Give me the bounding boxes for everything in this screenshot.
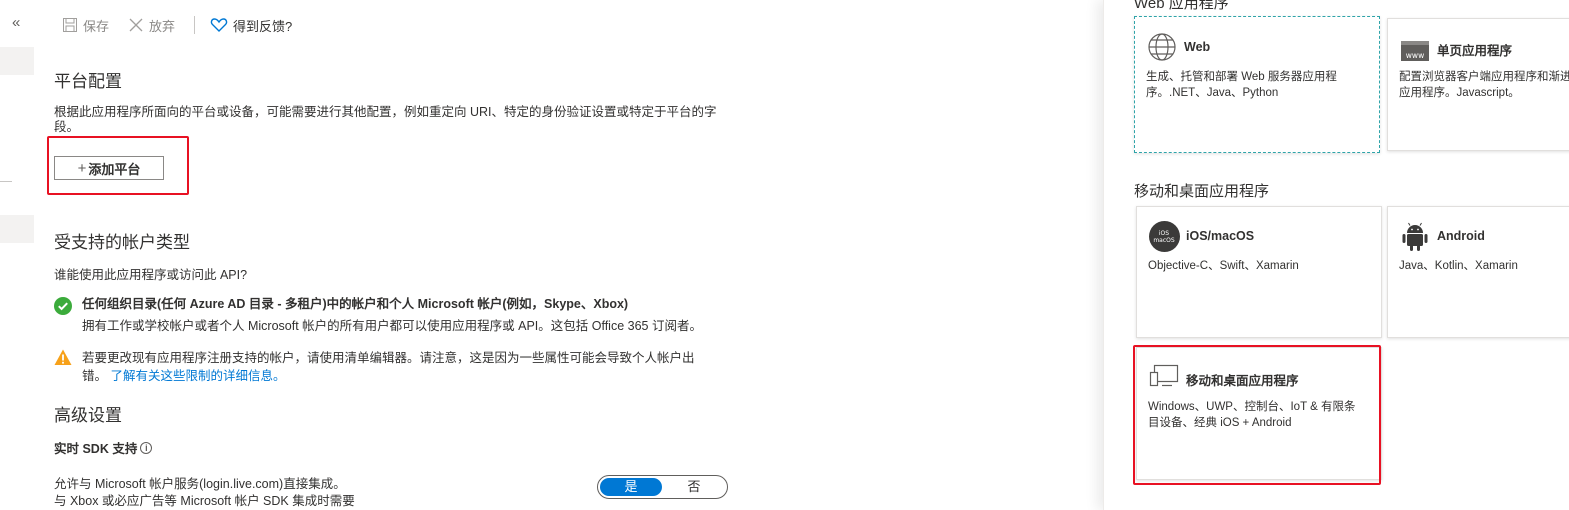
close-icon [128, 17, 144, 33]
account-type-warning: 若要更改现有应用程序注册支持的帐户，请使用清单编辑器。请注意，这是因为一些属性可… [82, 350, 742, 385]
nav-divider [0, 181, 12, 182]
card-title: iOS/macOS [1186, 229, 1255, 243]
toggle-yes-option[interactable]: 是 [600, 478, 662, 496]
ios-macos-platform-card[interactable]: iOS macOS iOS/macOS Objective-C、Swift、Xa… [1136, 206, 1382, 338]
save-label: 保存 [83, 18, 110, 34]
toolbar-separator [194, 16, 195, 34]
feedback-label: 得到反馈? [233, 18, 293, 34]
android-icon [1399, 221, 1431, 253]
mobile-desktop-section-title: 移动和桌面应用程序 [1134, 183, 1270, 200]
spa-platform-card[interactable]: www 单页应用程序 配置浏览器客户端应用程序和渐进式 Web 应用程序。Jav… [1387, 18, 1569, 151]
add-platform-label: 添加平台 [88, 161, 141, 177]
advanced-settings-heading: 高级设置 [54, 406, 122, 425]
card-description: 配置浏览器客户端应用程序和渐进式 Web 应用程序。Javascript。 [1399, 69, 1569, 101]
nav-item-placeholder[interactable] [0, 215, 34, 243]
live-sdk-description-line: 与 Xbox 或必应广告等 Microsoft 帐户 SDK 集成时需要 [54, 494, 355, 508]
card-title: Web [1184, 40, 1211, 54]
card-description-line: 配置浏览器客户端应用程序和渐进式 Web [1399, 71, 1569, 83]
toggle-no-option[interactable]: 否 [664, 478, 724, 496]
success-check-icon [54, 297, 72, 320]
www-icon-text: www [1401, 41, 1429, 61]
warning-line: 错。 [82, 369, 108, 383]
platform-config-heading: 平台配置 [54, 72, 122, 91]
save-button[interactable]: 保存 [62, 15, 109, 35]
highlight-box [1133, 345, 1381, 485]
card-title: 单页应用程序 [1437, 44, 1513, 58]
card-description-line: 应用程序。Javascript。 [1399, 87, 1520, 99]
warning-line: 若要更改现有应用程序注册支持的帐户，请使用清单编辑器。请注意，这是因为一些属性可… [82, 351, 695, 365]
card-description-line: 序。.NET、Java、Python [1146, 87, 1279, 99]
card-description-line: Objective-C、Swift、Xamarin [1148, 260, 1299, 272]
card-description: 生成、托管和部署 Web 服务器应用程 序。.NET、Java、Python [1146, 69, 1337, 101]
android-platform-card[interactable]: Android Java、Kotlin、Xamarin [1387, 206, 1569, 338]
learn-more-limits-link[interactable]: 了解有关这些限制的详细信息。 [111, 369, 286, 383]
live-sdk-description-line: 允许与 Microsoft 帐户服务(login.live.com)直接集成。 [54, 477, 346, 491]
web-platform-card[interactable]: Web 生成、托管和部署 Web 服务器应用程 序。.NET、Java、Pyth… [1134, 16, 1380, 153]
card-description-line: Java、Kotlin、Xamarin [1399, 260, 1518, 272]
apple-icon-text: iOS [1158, 229, 1170, 237]
nav-item-placeholder[interactable] [0, 47, 34, 75]
globe-icon [1146, 31, 1178, 63]
apple-icon-text: macOS [1153, 236, 1175, 244]
card-description: Java、Kotlin、Xamarin [1399, 258, 1518, 274]
discard-label: 放弃 [149, 18, 176, 34]
card-description-line: 生成、托管和部署 Web 服务器应用程 [1146, 71, 1337, 83]
live-sdk-support-text: 实时 SDK 支持 [54, 442, 138, 456]
collapse-nav-button[interactable]: « [12, 14, 20, 31]
www-icon: www [1399, 35, 1431, 67]
warning-icon [54, 349, 72, 371]
platform-config-description: 根据此应用程序所面向的平台或设备，可能需要进行其他配置，例如重定向 URI、特定… [54, 104, 774, 136]
card-description: Objective-C、Swift、Xamarin [1148, 258, 1299, 274]
card-title: Android [1437, 229, 1485, 243]
heart-icon [210, 17, 228, 33]
selected-account-type-desc: 拥有工作或学校帐户或者个人 Microsoft 帐户的所有用户都可以使用应用程序… [82, 319, 702, 333]
live-sdk-description: 允许与 Microsoft 帐户服务(login.live.com)直接集成。 … [54, 476, 355, 510]
account-types-heading: 受支持的帐户类型 [54, 233, 190, 252]
add-platform-button[interactable]: + 添加平台 [54, 156, 164, 180]
apple-icon: iOS macOS [1148, 220, 1180, 252]
selected-account-type: 任何组织目录(任何 Azure AD 目录 - 多租户)中的帐户和个人 Micr… [82, 297, 629, 311]
description-line: 根据此应用程序所面向的平台或设备，可能需要进行其他配置，例如重定向 URI、特定… [54, 105, 717, 119]
plus-icon: + [77, 159, 87, 177]
feedback-button[interactable]: 得到反馈? [210, 15, 292, 35]
account-types-question: 谁能使用此应用程序或访问此 API? [54, 268, 248, 282]
save-icon [62, 17, 78, 33]
live-sdk-toggle[interactable]: 是 否 [597, 475, 728, 499]
discard-button[interactable]: 放弃 [128, 15, 175, 35]
configure-platforms-panel: Web 应用程序 Web 生成、托管和部署 Web 服务器应用程 序。.NET、… [1103, 0, 1569, 510]
web-apps-section-title: Web 应用程序 [1134, 0, 1229, 12]
description-line: 段。 [54, 120, 80, 134]
live-sdk-support-label: 实时 SDK 支持 i [54, 441, 153, 458]
info-icon[interactable]: i [140, 442, 153, 454]
